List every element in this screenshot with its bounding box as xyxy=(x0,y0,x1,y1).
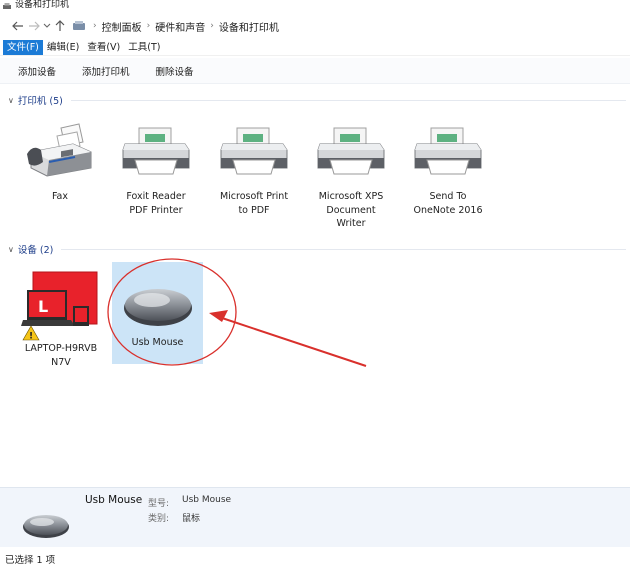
window-title: 设备和打印机 xyxy=(15,0,70,10)
chevron-down-icon: ∨ xyxy=(8,244,14,254)
printer-item-fax[interactable]: Fax xyxy=(20,122,100,204)
details-pane: Usb Mouse 型号: Usb Mouse 类别: 鼠标 xyxy=(0,487,630,547)
add-device-button[interactable]: 添加设备 xyxy=(18,64,56,78)
annotation-arrow-shaft xyxy=(221,317,367,367)
label-line: PDF Printer xyxy=(129,204,183,216)
group-divider xyxy=(70,99,626,101)
address-bar: › 控制面板 › 硬件和声音 › 设备和打印机 xyxy=(0,14,630,38)
details-category-label: 类别: xyxy=(148,514,170,524)
device-item-usb-mouse[interactable]: Usb Mouse xyxy=(112,262,203,364)
breadcrumb-hardware-sound[interactable]: 硬件和声音 xyxy=(155,19,205,34)
printer-label: Foxit Reader PDF Printer xyxy=(126,190,185,217)
recent-locations-button[interactable] xyxy=(42,18,52,34)
label-line: OneNote 2016 xyxy=(413,204,483,216)
printer-item-foxit[interactable]: Foxit Reader PDF Printer xyxy=(115,122,197,217)
label-line: to PDF xyxy=(238,204,270,216)
group-divider xyxy=(61,248,627,250)
printer-item-onenote[interactable]: Send To OneNote 2016 xyxy=(405,122,491,217)
label-line: N7V xyxy=(51,356,71,368)
printer-label: Fax xyxy=(52,190,68,204)
label-line: Document xyxy=(326,204,376,216)
printer-label: Send To OneNote 2016 xyxy=(413,190,482,217)
label-line: Send To xyxy=(429,191,467,202)
breadcrumb-separator-icon: › xyxy=(146,21,151,31)
label-line: LAPTOP-H9RVB xyxy=(24,343,98,354)
details-category-value: 鼠标 xyxy=(182,514,201,524)
devices-printers-icon xyxy=(3,2,11,9)
printer-label: Microsoft Print to PDF xyxy=(220,190,288,217)
device-label: Usb Mouse xyxy=(132,336,184,350)
forward-button[interactable] xyxy=(26,18,42,34)
remove-device-button[interactable]: 删除设备 xyxy=(156,64,194,78)
printer-icon xyxy=(122,127,190,175)
label-line: Fax xyxy=(51,191,69,202)
svg-text:L: L xyxy=(38,297,48,316)
breadcrumb-separator-icon: › xyxy=(210,21,214,31)
label-line: Usb Mouse xyxy=(131,337,184,348)
title-bar: 设备和打印机 xyxy=(0,0,630,12)
mouse-icon xyxy=(123,289,192,326)
menu-view[interactable]: 查看(V) xyxy=(83,40,124,55)
breadcrumb-devices-printers[interactable]: 设备和打印机 xyxy=(219,19,279,34)
breadcrumb: › 控制面板 › 硬件和声音 › 设备和打印机 xyxy=(72,19,279,34)
printer-item-ms-print-pdf[interactable]: Microsoft Print to PDF xyxy=(211,122,297,217)
label-line: Microsoft XPS xyxy=(318,191,384,202)
label-line: Microsoft Print xyxy=(219,191,289,202)
add-printer-button[interactable]: 添加打印机 xyxy=(82,64,130,78)
details-device-name: Usb Mouse xyxy=(85,494,143,506)
up-button[interactable] xyxy=(52,18,68,34)
breadcrumb-control-panel[interactable]: 控制面板 xyxy=(102,19,142,34)
devices-group-label: 设备 (2) xyxy=(17,245,54,256)
printer-icon xyxy=(414,127,482,175)
status-bar: 已选择 1 项 xyxy=(0,550,630,568)
printers-group-label: 打印机 (5) xyxy=(17,96,63,107)
menu-edit[interactable]: 编辑(E) xyxy=(43,40,83,55)
fax-machine-icon xyxy=(27,123,92,177)
chevron-down-icon xyxy=(43,23,51,28)
menu-tools[interactable]: 工具(T) xyxy=(124,40,164,55)
menu-bar: 文件(F) 编辑(E) 查看(V) 工具(T) xyxy=(0,40,630,56)
printer-item-ms-xps[interactable]: Microsoft XPS Document Writer xyxy=(308,122,394,231)
details-model-label: 型号: xyxy=(148,499,170,509)
printer-icon xyxy=(317,127,385,175)
device-item-laptop[interactable]: L ! LAPTOP-H9RVB N7V xyxy=(16,266,106,369)
details-model-value: Usb Mouse xyxy=(182,495,232,505)
command-bar: 添加设备 添加打印机 删除设备 xyxy=(0,58,630,84)
arrow-up-icon xyxy=(55,20,65,31)
breadcrumb-separator-icon: › xyxy=(93,21,97,31)
label-line: Foxit Reader xyxy=(126,191,186,202)
annotation-arrowhead-icon xyxy=(209,310,228,322)
label-line: Writer xyxy=(336,218,366,229)
device-label: LAPTOP-H9RVB N7V xyxy=(25,342,97,369)
selection-count: 已选择 1 项 xyxy=(5,555,56,566)
printer-label: Microsoft XPS Document Writer xyxy=(319,190,384,231)
mouse-icon xyxy=(23,515,69,538)
menu-file[interactable]: 文件(F) xyxy=(3,40,43,55)
chevron-down-icon: ∨ xyxy=(8,95,14,105)
back-button[interactable] xyxy=(10,18,26,34)
laptop-warning-icon: L ! xyxy=(21,271,98,342)
devices-group-header[interactable]: ∨ 设备 (2) xyxy=(8,242,627,256)
printer-icon xyxy=(220,127,288,175)
arrow-left-icon xyxy=(12,21,23,31)
control-panel-icon xyxy=(73,21,85,30)
arrow-right-icon xyxy=(29,21,40,31)
svg-text:!: ! xyxy=(29,332,33,342)
printers-group-header[interactable]: ∨ 打印机 (5) xyxy=(8,93,626,107)
